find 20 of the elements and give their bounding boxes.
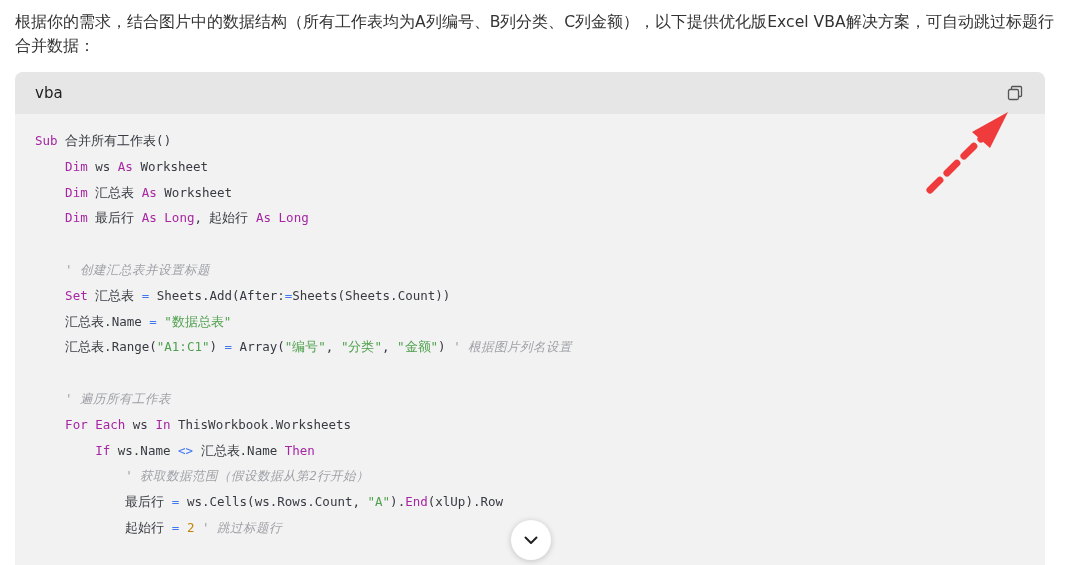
expand-button[interactable] bbox=[511, 520, 551, 560]
code-line: 汇总表.Range("A1:C1") = Array("编号", "分类", "金额") ' 根据图片列名设置 bbox=[64, 338, 573, 357]
code-language-label: vba bbox=[35, 84, 63, 102]
code-line: ' 遍历所有工作表 bbox=[64, 389, 172, 408]
code-line: If ws.Name <> 汇总表.Name Then bbox=[94, 441, 315, 460]
copy-icon bbox=[1007, 85, 1023, 101]
intro-paragraph: 根据你的需求，结合图片中的数据结构（所有工作表均为A列编号、B列分类、C列金额），以下提供优化版Excel VBA解决方案，可自动跳过标题行合并数据： bbox=[15, 12, 1055, 57]
code-line: 汇总表.Name = "数据总表" bbox=[64, 312, 232, 331]
code-line: Set 汇总表 = Sheets.Add(After:=Sheets(Sheets.Count)) bbox=[64, 286, 451, 305]
chevron-down-icon bbox=[524, 535, 538, 545]
code-line: Dim ws As Worksheet bbox=[64, 157, 209, 176]
code-line: ' 创建汇总表并设置标题 bbox=[64, 261, 211, 279]
code-line: Sub 合并所有工作表() bbox=[35, 132, 172, 150]
copy-button[interactable] bbox=[1005, 83, 1025, 103]
code-line: ' 获取数据范围（假设数据从第2行开始） bbox=[124, 467, 369, 486]
code-line: 最后行 = ws.Cells(ws.Rows.Count, "A").End(xlUp).Row bbox=[124, 493, 503, 512]
code-line: Dim 最后行 As Long, 起始行 As Long bbox=[64, 209, 309, 228]
code-line: 起始行 = 2 ' 跳过标题行 bbox=[124, 518, 282, 537]
code-line: Dim 汇总表 As Worksheet bbox=[64, 183, 233, 202]
code-line: For Each ws In ThisWorkbook.Worksheets bbox=[64, 415, 352, 434]
